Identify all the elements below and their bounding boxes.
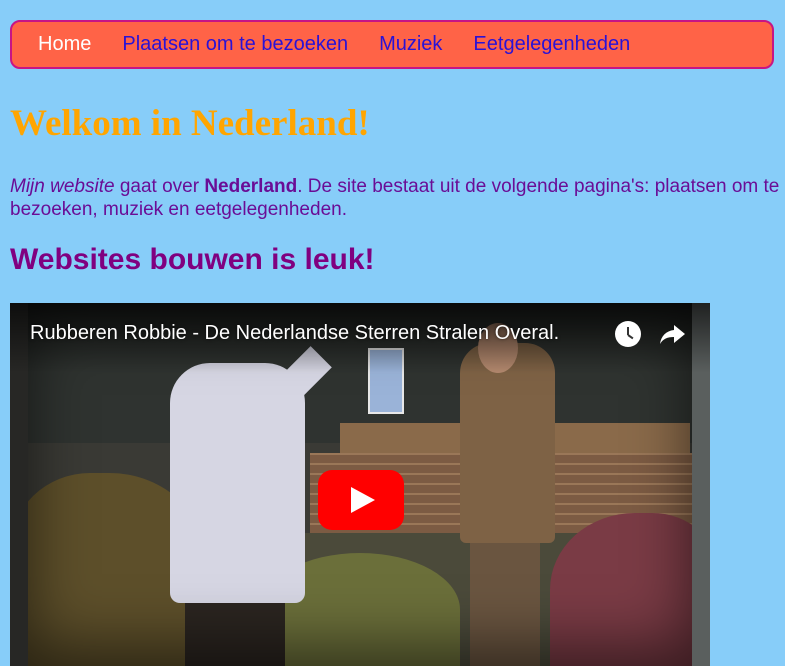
youtube-play-icon[interactable] [318, 470, 404, 530]
nav-music-link[interactable]: Muziek [379, 33, 442, 56]
nav-restaurants-link[interactable]: Eetgelegenheden [473, 33, 630, 56]
nav-home-link[interactable]: Home [38, 33, 91, 56]
clock-icon[interactable] [615, 321, 641, 347]
video-title[interactable]: Rubberen Robbie - De Nederlandse Sterren… [30, 322, 559, 345]
section-heading: Websites bouwen is leuk! [10, 243, 375, 276]
share-icon[interactable] [658, 321, 688, 347]
intro-text-1: gaat over [114, 176, 205, 197]
youtube-video-embed[interactable]: Rubberen Robbie - De Nederlandse Sterren… [10, 303, 710, 666]
nav-places-link[interactable]: Plaatsen om te bezoeken [122, 33, 348, 56]
intro-emphasis: Mijn website [10, 176, 115, 197]
intro-strong: Nederland [204, 176, 298, 197]
page-title: Welkom in Nederland! [10, 103, 370, 144]
main-navigation: Home Plaatsen om te bezoeken Muziek Eetg… [10, 20, 774, 69]
intro-paragraph: Mijn website gaat over Nederland. De sit… [10, 175, 780, 221]
